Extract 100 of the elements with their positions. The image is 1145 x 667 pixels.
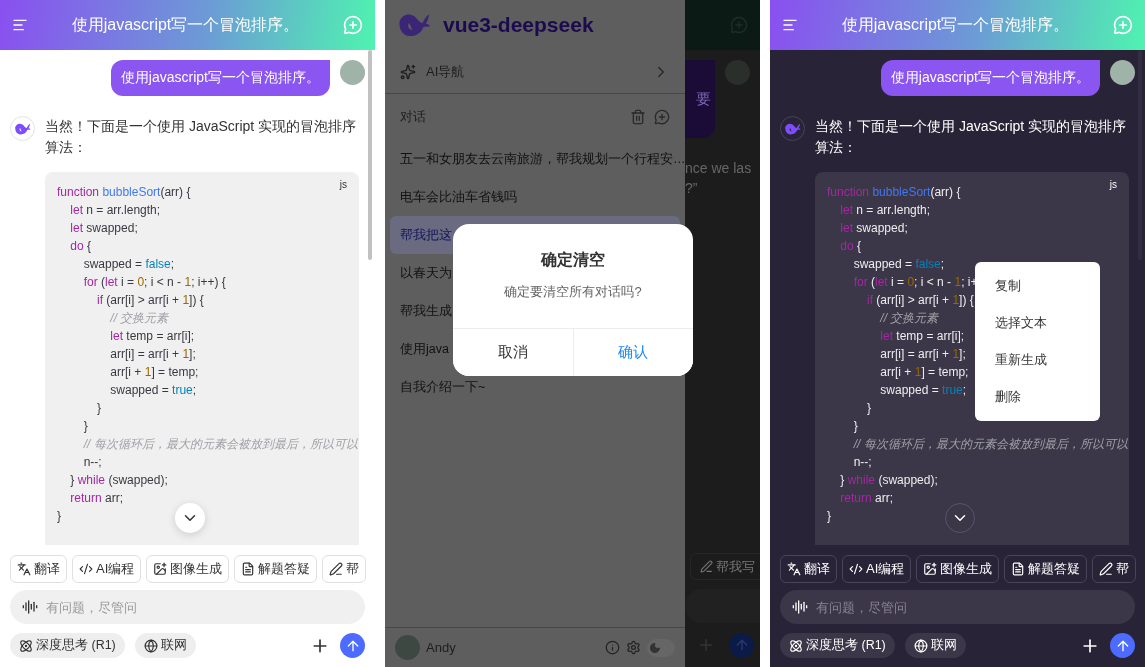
solve-icon <box>241 562 256 576</box>
theme-switch[interactable] <box>647 638 675 657</box>
chat-title: 使用javascript写一个冒泡排序。 <box>71 14 300 35</box>
user-message: 要 <box>685 60 715 138</box>
menu-item[interactable]: 重新生成 <box>975 341 1100 379</box>
assistant-message: 当然！下面是一个使用 JavaScript 实现的冒泡排序算法： <box>815 117 1128 157</box>
settings-button[interactable] <box>626 640 641 655</box>
message-input[interactable] <box>685 589 760 623</box>
code-line: n--; <box>82 454 102 471</box>
send-button[interactable] <box>1110 633 1135 658</box>
shortcut-chip[interactable]: 翻译 <box>10 555 67 583</box>
shortcut-chip[interactable]: 图像生成 <box>916 555 1000 583</box>
chat-plus-icon <box>654 109 670 125</box>
mode-toggle[interactable]: 深度思考 (R1) <box>10 633 125 658</box>
user-avatar <box>1110 60 1135 85</box>
new-chat-button[interactable] <box>654 109 670 125</box>
code-line: arr[i + 1] = temp; <box>109 364 199 381</box>
user-message: 使用javascript写一个冒泡排序。 <box>110 60 330 96</box>
message-text: ?” <box>685 179 699 198</box>
code-line: let temp = arr[i]; <box>879 328 965 345</box>
code-line: } while (swapped); <box>839 472 938 489</box>
code-line: n--; <box>852 454 872 471</box>
app-name: vue3-deepseek <box>443 13 594 37</box>
code-line: // 每次循环后，最大的元素会被放到最后，所以可以 <box>82 436 358 453</box>
code-line: return arr; <box>839 490 894 507</box>
code-line: do { <box>69 238 92 255</box>
scrollbar[interactable] <box>368 50 372 260</box>
shortcut-chip[interactable]: 解题答疑 <box>1004 555 1088 583</box>
dialog-message: 确定要清空所有对话吗? <box>504 283 642 301</box>
code-line: for (let i = 0; i < n - 1; i++) { <box>82 274 226 291</box>
code-line: function bubbleSort(arr) { <box>57 184 191 201</box>
menu-item[interactable]: 删除 <box>975 378 1100 415</box>
message-input[interactable]: 有问题，尽管问 <box>10 590 365 624</box>
user-avatar <box>340 60 365 85</box>
confirm-button[interactable]: 确认 <box>572 329 693 376</box>
whale-icon <box>784 121 801 136</box>
code-line: } <box>852 418 858 435</box>
shortcut-chip[interactable]: 帮我写 <box>690 553 760 580</box>
user-message: 使用javascript写一个冒泡排序。 <box>880 60 1100 96</box>
shortcut-chip[interactable]: AI编程 <box>842 555 912 583</box>
code-line: swapped = true; <box>879 382 967 399</box>
code-line: } <box>866 400 871 417</box>
shortcut-chip[interactable]: 帮 <box>322 555 367 583</box>
chat-plus-icon <box>343 15 363 35</box>
image-icon <box>923 562 938 576</box>
code-line: let n = arr.length; <box>69 202 161 219</box>
shortcut-chip[interactable]: 帮 <box>1092 555 1137 583</box>
code-line: // 交换元素 <box>108 310 169 327</box>
code-line: swapped = true; <box>109 382 197 399</box>
shortcut-chip[interactable]: 图像生成 <box>146 555 230 583</box>
message-input[interactable]: 有问题，尽管问 <box>780 590 1135 624</box>
shortcut-chip[interactable]: 翻译 <box>780 555 837 583</box>
dialog-title: 确定清空 <box>541 250 605 270</box>
menu-icon <box>782 17 798 33</box>
image-icon <box>153 562 168 576</box>
code-line: } <box>827 508 831 525</box>
code-line: // 交换元素 <box>878 310 939 327</box>
code-line: // 每次循环后，最大的元素会被放到最后，所以可以 <box>852 436 1128 453</box>
code-line: } <box>96 400 101 417</box>
code-icon <box>79 562 93 576</box>
menu-button[interactable] <box>782 17 798 33</box>
globe-icon <box>143 638 158 653</box>
code-language: js <box>1109 179 1117 190</box>
code-line: } <box>57 508 61 525</box>
solve-icon <box>1011 562 1026 576</box>
mode-toggle[interactable]: 联网 <box>904 633 966 658</box>
mode-toggle[interactable]: 联网 <box>134 633 196 658</box>
code-line: } <box>82 418 88 435</box>
whale-logo-icon <box>397 11 431 39</box>
shortcut-chip[interactable]: 解题答疑 <box>234 555 318 583</box>
code-line: if (arr[i] > arr[i + 1]) { <box>866 292 974 309</box>
menu-item[interactable]: 选择文本 <box>975 304 1100 342</box>
code-line: arr[i] = arr[i + 1]; <box>109 346 196 363</box>
menu-button[interactable] <box>12 17 28 33</box>
code-line: let n = arr.length; <box>839 202 931 219</box>
code-icon <box>849 562 863 576</box>
mode-toggle[interactable]: 深度思考 (R1) <box>780 633 895 658</box>
code-line: let swapped; <box>69 220 138 237</box>
atom-icon <box>789 638 803 653</box>
moon-icon <box>649 641 661 654</box>
chat-title: 使用javascript写一个冒泡排序。 <box>841 14 1070 35</box>
menu-item[interactable]: 复制 <box>975 268 1100 305</box>
user-name: Andy <box>426 640 457 655</box>
translate-icon <box>787 562 801 576</box>
code-line: swapped = false; <box>82 256 175 273</box>
voice-icon[interactable] <box>792 599 808 615</box>
code-line: } while (swapped); <box>69 472 168 489</box>
code-line: swapped = false; <box>852 256 945 273</box>
trash-icon <box>630 109 646 125</box>
code-language: js <box>339 179 347 190</box>
info-button[interactable] <box>605 640 620 655</box>
info-icon <box>605 640 620 655</box>
voice-icon[interactable] <box>22 599 38 615</box>
code-line: let temp = arr[i]; <box>109 328 195 345</box>
user-avatar <box>395 635 420 660</box>
section-title: 对话 <box>400 108 427 126</box>
clear-button[interactable] <box>630 109 646 125</box>
chat-plus-icon <box>1113 15 1133 35</box>
globe-icon <box>913 638 928 653</box>
shortcut-chip[interactable]: AI编程 <box>72 555 142 583</box>
